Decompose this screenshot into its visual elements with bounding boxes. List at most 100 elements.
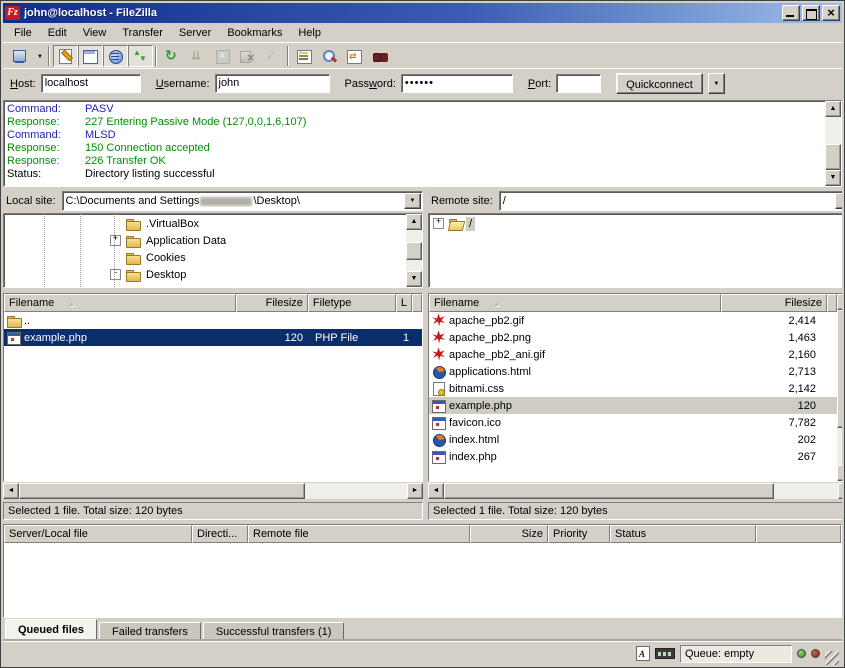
port-input[interactable]	[556, 74, 601, 93]
file-row[interactable]: example.php120PHP File1	[4, 329, 422, 346]
close-button[interactable]	[822, 5, 840, 21]
local-path-combobox[interactable]: C:\Documents and Settings\Desktop\ ▼	[62, 191, 423, 211]
scroll-up-icon[interactable]	[837, 294, 845, 310]
column-header[interactable]: Priority	[548, 525, 610, 543]
tree-item[interactable]: .VirtualBox	[4, 215, 422, 232]
scroll-thumb[interactable]	[444, 483, 774, 499]
scroll-right-icon[interactable]	[838, 483, 845, 499]
file-row[interactable]: apache_pb2.png1,463	[429, 329, 837, 346]
menu-item[interactable]: Server	[171, 25, 219, 41]
column-header[interactable]: Directi...	[192, 525, 248, 543]
column-header[interactable]: Filename	[429, 294, 721, 312]
username-input[interactable]: john	[215, 74, 330, 93]
scroll-left-icon[interactable]	[428, 483, 444, 499]
encryption-indicator-icon[interactable]	[655, 648, 675, 659]
column-header[interactable]: Filetype	[308, 294, 396, 312]
remote-list-scrollbar[interactable]	[837, 294, 845, 481]
ascii-data-type-icon[interactable]	[636, 646, 650, 661]
scroll-track[interactable]	[774, 483, 838, 499]
site-manager-dropdown[interactable]	[32, 45, 46, 67]
local-path-dropdown[interactable]: ▼	[404, 193, 421, 209]
column-header[interactable]: Filesize	[236, 294, 308, 312]
column-header[interactable]: Size	[470, 525, 548, 543]
file-row[interactable]: index.php267	[429, 448, 837, 465]
tree-item[interactable]: +Application Data	[4, 232, 422, 249]
disconnect-button[interactable]	[235, 45, 260, 67]
tree-item[interactable]: -Desktop	[4, 266, 422, 283]
column-header[interactable]: L	[396, 294, 412, 312]
tree-item[interactable]: Cookies	[4, 249, 422, 266]
queue-tab[interactable]: Successful transfers (1)	[203, 622, 345, 641]
maximize-button[interactable]	[802, 5, 820, 21]
file-row[interactable]: index.html202	[429, 431, 837, 448]
scroll-up-icon[interactable]	[406, 214, 422, 230]
cancel-operation-button[interactable]	[210, 45, 235, 67]
column-header[interactable]: Server/Local file	[4, 525, 192, 543]
minimize-button[interactable]	[782, 5, 800, 21]
remote-path-combobox[interactable]: / ▼	[499, 191, 845, 211]
file-row[interactable]: ..	[4, 312, 422, 329]
column-header[interactable]: Filesize	[721, 294, 827, 312]
file-row[interactable]: favicon.ico7,782	[429, 414, 837, 431]
column-header[interactable]: Remote file	[248, 525, 470, 543]
file-row[interactable]: applications.html2,713	[429, 363, 837, 380]
reconnect-button[interactable]	[260, 45, 285, 67]
synchronized-browsing-button[interactable]	[342, 45, 367, 67]
scroll-thumb[interactable]	[406, 242, 422, 260]
title-bar[interactable]: Fz john@localhost - FileZilla	[3, 3, 842, 23]
column-header[interactable]: Status	[610, 525, 756, 543]
directory-comparison-button[interactable]	[292, 45, 317, 67]
toggle-local-tree-button[interactable]	[78, 45, 103, 67]
scroll-thumb[interactable]	[825, 144, 841, 170]
queue-tab[interactable]: Failed transfers	[99, 622, 201, 641]
file-search-button[interactable]	[367, 45, 392, 67]
log-scrollbar[interactable]	[825, 101, 841, 186]
scroll-right-icon[interactable]	[407, 483, 423, 499]
file-row[interactable]: apache_pb2.gif2,414	[429, 312, 837, 329]
quickconnect-dropdown[interactable]: ▼	[708, 73, 725, 94]
toggle-message-log-button[interactable]	[53, 45, 78, 67]
column-header[interactable]	[756, 525, 841, 543]
tree-expander[interactable]: +	[433, 218, 444, 229]
file-row[interactable]: bitnami.css2,142	[429, 380, 837, 397]
scroll-track[interactable]	[406, 260, 422, 271]
scroll-up-icon[interactable]	[825, 101, 841, 117]
file-row[interactable]: example.php120	[429, 397, 837, 414]
toolbar-separator[interactable]	[285, 46, 292, 66]
queue-tab[interactable]: Queued files	[5, 619, 97, 641]
scroll-track[interactable]	[825, 117, 841, 144]
resize-grip-icon[interactable]	[825, 651, 839, 665]
column-header[interactable]: Filename	[4, 294, 236, 312]
toggle-remote-tree-button[interactable]	[103, 45, 128, 67]
scroll-track[interactable]	[837, 428, 845, 465]
scroll-thumb[interactable]	[837, 310, 845, 428]
process-queue-button[interactable]	[185, 45, 210, 67]
scroll-left-icon[interactable]	[3, 483, 19, 499]
tree-expander[interactable]: +	[110, 235, 121, 246]
menu-item[interactable]: View	[75, 25, 115, 41]
toggle-transfer-queue-button[interactable]	[128, 45, 153, 67]
host-input[interactable]: localhost	[41, 74, 141, 93]
filename-filters-button[interactable]	[317, 45, 342, 67]
tree-item[interactable]: +/	[429, 215, 845, 232]
toolbar-separator[interactable]	[153, 46, 160, 66]
tree-expander[interactable]: -	[110, 269, 121, 280]
menu-item[interactable]: Bookmarks	[219, 25, 290, 41]
scroll-thumb[interactable]	[19, 483, 305, 499]
password-input[interactable]: ••••••	[401, 74, 513, 93]
scroll-down-icon[interactable]	[825, 170, 841, 186]
file-row[interactable]: apache_pb2_ani.gif2,160	[429, 346, 837, 363]
scroll-track[interactable]	[305, 483, 407, 499]
refresh-button[interactable]	[160, 45, 185, 67]
remote-hscrollbar[interactable]	[428, 483, 845, 499]
menu-item[interactable]: Help	[290, 25, 329, 41]
local-tree-scrollbar[interactable]	[406, 214, 422, 287]
menu-item[interactable]: Edit	[40, 25, 75, 41]
quickconnect-button[interactable]: Quickconnect	[616, 73, 703, 94]
local-hscrollbar[interactable]	[3, 483, 423, 499]
menu-item[interactable]: Transfer	[114, 25, 171, 41]
site-manager-button[interactable]	[7, 45, 32, 67]
remote-path-dropdown[interactable]: ▼	[835, 193, 845, 209]
menu-item[interactable]: File	[6, 25, 40, 41]
scroll-down-icon[interactable]	[406, 271, 422, 287]
